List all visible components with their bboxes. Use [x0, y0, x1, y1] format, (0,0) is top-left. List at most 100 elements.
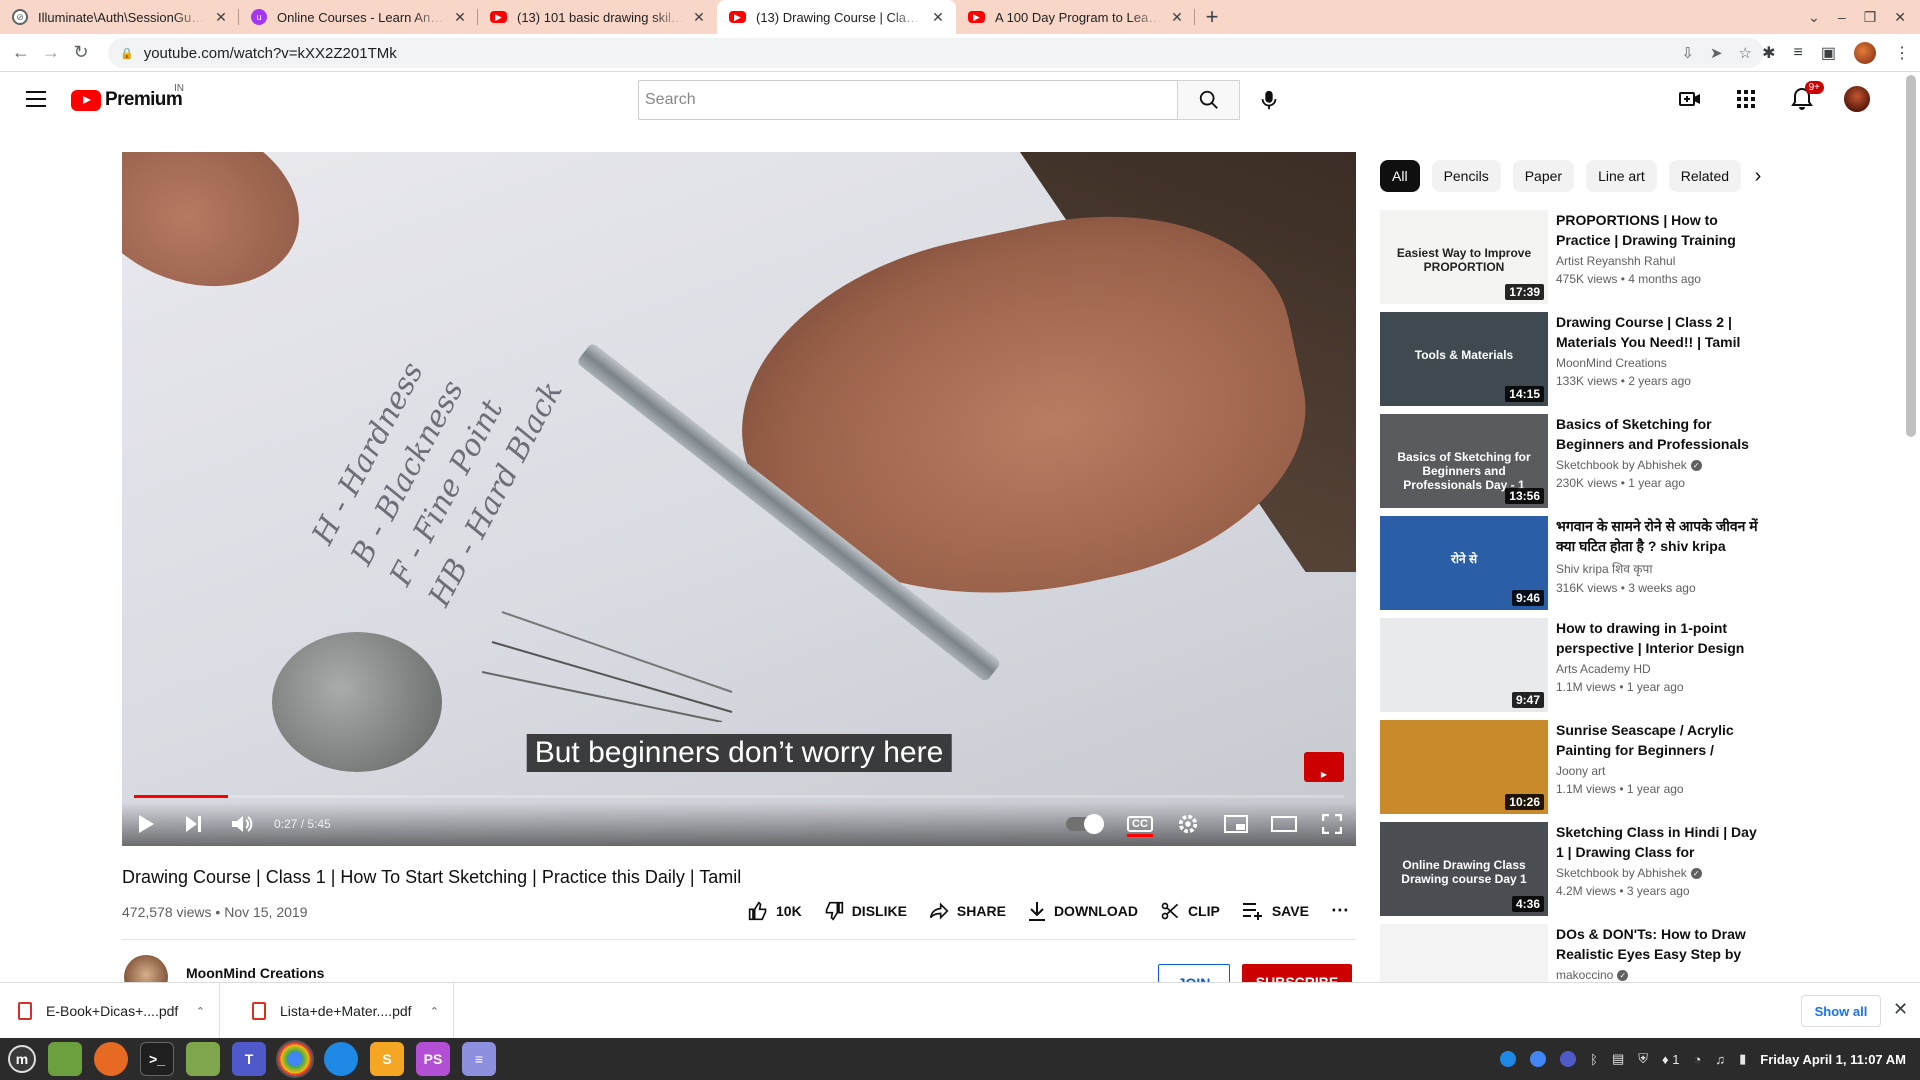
related-video-channel[interactable]: makoccino: [1556, 968, 1613, 982]
teams-icon[interactable]: T: [232, 1042, 266, 1076]
music-icon[interactable]: ♫: [1715, 1052, 1725, 1067]
minimize-icon[interactable]: –: [1838, 9, 1846, 25]
wifi-icon[interactable]: ◔: [1694, 1052, 1702, 1067]
related-video-title[interactable]: PROPORTIONS | How to Practice | Drawing …: [1556, 210, 1760, 250]
vpn-tray-icon[interactable]: [1500, 1051, 1517, 1067]
browser-tab-2[interactable]: u Online Courses - Learn Anything ✕: [239, 0, 478, 34]
related-video-thumbnail[interactable]: 10:26: [1380, 720, 1548, 814]
related-video-channel[interactable]: Arts Academy HD: [1556, 662, 1651, 676]
theater-mode-button[interactable]: [1260, 802, 1308, 846]
browser-profile-avatar[interactable]: [1854, 42, 1876, 64]
channel-name[interactable]: MoonMind Creations: [186, 965, 324, 981]
update-notification[interactable]: ♦ 1: [1662, 1052, 1680, 1067]
show-desktop-icon[interactable]: [48, 1042, 82, 1076]
chip-paper[interactable]: Paper: [1512, 160, 1575, 192]
related-video-item[interactable]: Tools & Materials 14:15 Drawing Course | C…: [1380, 312, 1760, 406]
related-video-item[interactable]: रोने से 9:46 भगवान के सामने रोने से आपके ज…: [1380, 516, 1760, 610]
start-menu-icon[interactable]: m: [8, 1045, 36, 1073]
new-tab-button[interactable]: +: [1195, 0, 1229, 34]
related-video-thumbnail[interactable]: Easiest Way to Improve PROPORTION 17:39: [1380, 210, 1548, 304]
chevron-up-icon[interactable]: ⌃: [196, 1005, 205, 1018]
chip-related[interactable]: Related: [1668, 160, 1742, 192]
download-button[interactable]: DOWNLOAD: [1028, 901, 1138, 921]
save-button[interactable]: SAVE: [1242, 902, 1309, 920]
like-button[interactable]: 10K: [748, 900, 802, 921]
show-all-downloads-button[interactable]: Show all: [1801, 995, 1881, 1027]
next-button[interactable]: [170, 802, 218, 846]
chip-pencils[interactable]: Pencils: [1431, 160, 1501, 192]
chip-line-art[interactable]: Line art: [1586, 160, 1657, 192]
close-tab-icon[interactable]: ✕: [213, 9, 229, 26]
close-tab-icon[interactable]: ✕: [452, 9, 468, 26]
reading-list-icon[interactable]: ≡: [1794, 44, 1803, 62]
sublime-text-icon[interactable]: S: [370, 1042, 404, 1076]
miniplayer-button[interactable]: [1212, 802, 1260, 846]
youtube-premium-logo[interactable]: Premium IN: [71, 83, 184, 111]
browser-menu-icon[interactable]: ⋮: [1894, 43, 1910, 63]
back-arrow-icon[interactable]: ←: [6, 38, 36, 68]
extensions-puzzle-icon[interactable]: ✱: [1762, 43, 1775, 63]
related-video-thumbnail[interactable]: 9:47: [1380, 618, 1548, 712]
download-item[interactable]: E-Book+Dicas+....pdf ⌃: [0, 983, 220, 1039]
play-button[interactable]: [122, 802, 170, 846]
account-avatar[interactable]: [1842, 84, 1872, 114]
related-video-title[interactable]: Drawing Course | Class 2 | Materials You…: [1556, 312, 1760, 352]
close-tab-icon[interactable]: ✕: [1169, 9, 1185, 26]
reload-icon[interactable]: ↻: [66, 38, 96, 68]
close-tab-icon[interactable]: ✕: [691, 9, 707, 26]
related-video-title[interactable]: Sketching Class in Hindi | Day 1 | Drawi…: [1556, 822, 1760, 862]
download-item[interactable]: Lista+de+Mater....pdf ⌃: [234, 983, 454, 1039]
notifications-button[interactable]: 9+: [1786, 81, 1824, 115]
install-app-icon[interactable]: ⇩: [1681, 44, 1694, 62]
related-video-item[interactable]: 9:47 How to drawing in 1-point perspectiv…: [1380, 618, 1760, 712]
browser-tab-4-active[interactable]: ▶ (13) Drawing Course | Class 1 | How To…: [717, 0, 956, 34]
voice-search-button[interactable]: [1251, 82, 1287, 118]
more-actions-icon[interactable]: ⋯: [1331, 900, 1350, 921]
related-video-channel[interactable]: Joony art: [1556, 764, 1605, 778]
progress-bar[interactable]: [134, 795, 1344, 798]
create-video-button[interactable]: [1674, 83, 1706, 115]
related-video-thumbnail[interactable]: Online Drawing Class Drawing course Day …: [1380, 822, 1548, 916]
lock-icon[interactable]: 🔒: [120, 47, 134, 60]
search-input[interactable]: Search: [638, 80, 1178, 120]
related-video-item[interactable]: Basics of Sketching for Beginners and Pr…: [1380, 414, 1760, 508]
menu-hamburger-icon[interactable]: [26, 91, 46, 107]
settings-button[interactable]: [1164, 802, 1212, 846]
bluetooth-icon[interactable]: ᛒ: [1590, 1052, 1598, 1067]
side-panel-icon[interactable]: ▣: [1821, 43, 1836, 63]
clipboard-icon[interactable]: ▤: [1612, 1051, 1624, 1067]
related-video-channel[interactable]: Shiv kripa शिव कृपा: [1556, 562, 1652, 576]
chrome-tray-icon[interactable]: [1530, 1051, 1547, 1067]
search-button[interactable]: [1177, 80, 1240, 120]
bookmark-star-icon[interactable]: ☆: [1739, 44, 1752, 62]
related-video-thumbnail[interactable]: Basics of Sketching for Beginners and Pr…: [1380, 414, 1548, 508]
address-bar[interactable]: 🔒 youtube.com/watch?v=kXX2Z201TMk ⇩ ➤ ☆: [108, 38, 1764, 68]
apps-grid-button[interactable]: [1730, 83, 1762, 115]
captions-button[interactable]: CC: [1116, 802, 1164, 846]
text-editor-icon[interactable]: ≡: [462, 1042, 496, 1076]
subscribe-watermark-icon[interactable]: ▶: [1304, 752, 1344, 782]
close-shelf-icon[interactable]: ✕: [1893, 999, 1908, 1020]
related-video-channel[interactable]: Sketchbook by Abhishek: [1556, 866, 1687, 880]
tab-search-icon[interactable]: ⌄: [1808, 9, 1820, 26]
clock[interactable]: Friday April 1, 11:07 AM: [1760, 1052, 1906, 1067]
browser-tab-1[interactable]: ⊘ Illuminate\Auth\SessionGuard ✕: [0, 0, 239, 34]
battery-icon[interactable]: ▮: [1739, 1051, 1746, 1067]
vpn-client-icon[interactable]: [324, 1042, 358, 1076]
related-video-item[interactable]: 10:26 Sunrise Seascape / Acrylic Painting…: [1380, 720, 1760, 814]
chevron-right-icon[interactable]: ›: [1742, 160, 1774, 192]
share-button[interactable]: SHARE: [929, 901, 1006, 921]
maximize-icon[interactable]: ❐: [1864, 9, 1877, 26]
related-video-channel[interactable]: Artist Reyanshh Rahul: [1556, 254, 1675, 268]
related-video-item[interactable]: Online Drawing Class Drawing course Day …: [1380, 822, 1760, 916]
autoplay-toggle[interactable]: [1066, 814, 1104, 834]
dislike-button[interactable]: DISLIKE: [824, 901, 907, 921]
related-video-title[interactable]: Sunrise Seascape / Acrylic Painting for …: [1556, 720, 1760, 760]
chevron-up-icon[interactable]: ⌃: [430, 1005, 439, 1018]
video-player[interactable]: H - Hardness B - Blackness F - Fine Poin…: [122, 152, 1356, 846]
related-video-title[interactable]: भगवान के सामने रोने से आपके जीवन में क्य…: [1556, 516, 1760, 556]
phpstorm-icon[interactable]: PS: [416, 1042, 450, 1076]
related-video-thumbnail[interactable]: Tools & Materials 14:15: [1380, 312, 1548, 406]
send-to-device-icon[interactable]: ➤: [1710, 44, 1723, 62]
forward-arrow-icon[interactable]: →: [36, 38, 66, 68]
